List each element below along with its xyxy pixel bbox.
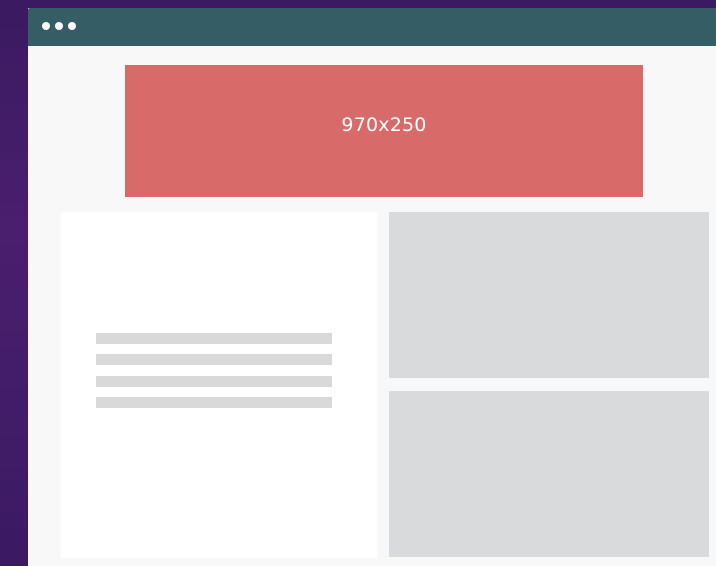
image-placeholder-bottom <box>389 391 709 557</box>
banner-size-label: 970x250 <box>341 114 427 136</box>
browser-window: 970x250 <box>28 8 716 566</box>
window-dot-icon[interactable] <box>42 22 50 30</box>
window-controls <box>42 22 76 30</box>
browser-titlebar <box>28 8 716 46</box>
window-dot-icon[interactable] <box>68 22 76 30</box>
window-dot-icon[interactable] <box>55 22 63 30</box>
text-line-placeholder <box>96 333 332 344</box>
text-content-card <box>61 212 377 558</box>
text-line-placeholder <box>96 397 332 408</box>
text-line-placeholder <box>96 354 332 365</box>
image-placeholder-top <box>389 212 709 378</box>
text-line-placeholder <box>96 376 332 387</box>
banner-ad-placeholder: 970x250 <box>125 65 643 197</box>
